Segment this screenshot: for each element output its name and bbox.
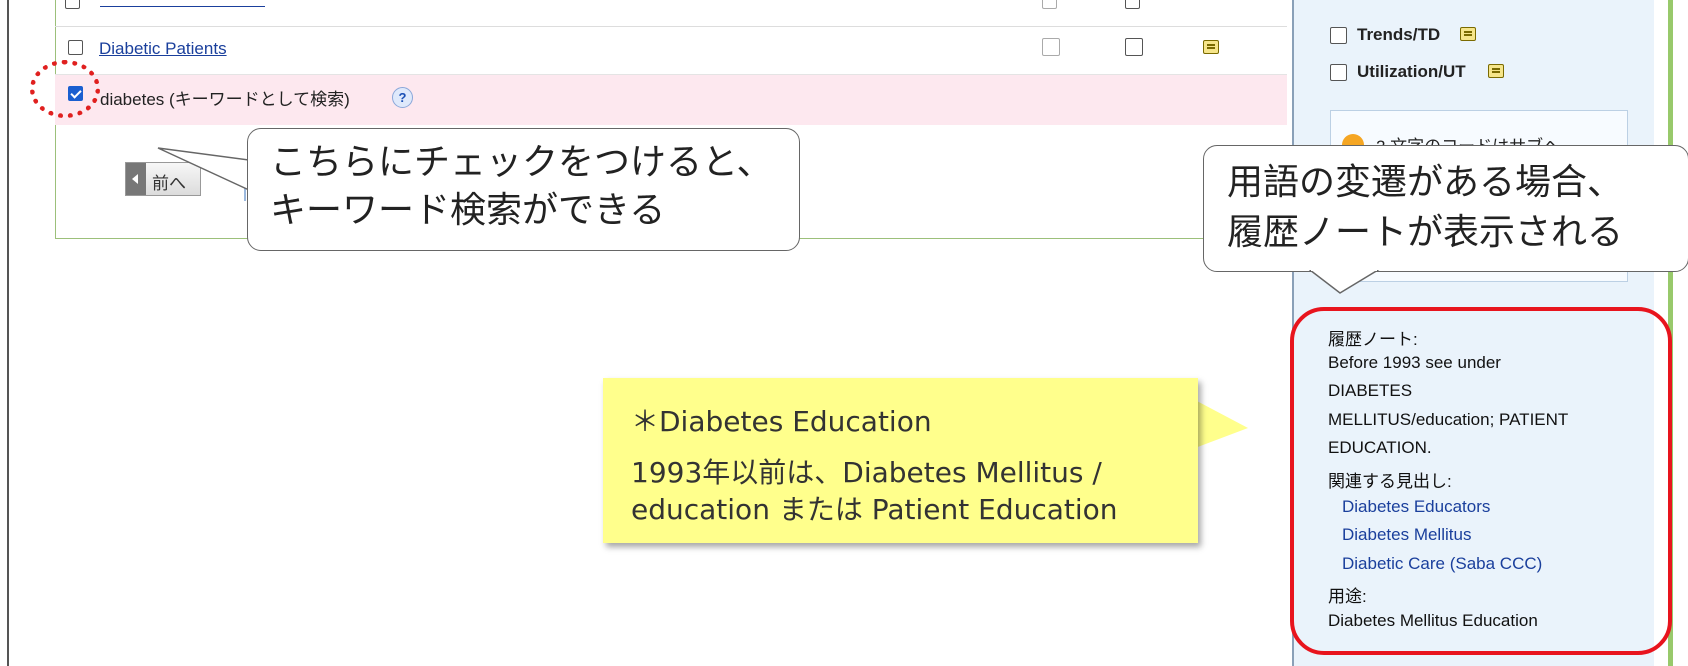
utilization-checkbox[interactable] — [1330, 64, 1347, 81]
checkbox-tip-callout: こちらにチェックをつけると、 キーワード検索ができる — [247, 128, 800, 251]
note-line: education または Patient Education — [631, 493, 1118, 526]
callout-line: キーワード検索ができる — [270, 190, 666, 231]
history-tip-callout: 用語の変遷がある場合、 履歴ノートが表示される — [1203, 145, 1688, 272]
note-heading: ＊Diabetes Education — [631, 405, 932, 438]
trends-checkbox[interactable] — [1330, 27, 1347, 44]
tail-join — [248, 161, 252, 189]
trends-label: Trends/TD — [1357, 25, 1441, 44]
note-tail — [1195, 400, 1248, 448]
translation-note: ＊Diabetes Education 1993年以前は、Diabetes Me… — [603, 378, 1198, 543]
callout-tail-overlay — [1308, 270, 1380, 294]
note-line: 1993年以前は、Diabetes Mellitus / — [631, 456, 1102, 489]
utilization-label: Utilization/UT — [1357, 62, 1466, 81]
callout-line: こちらにチェックをつけると、 — [270, 142, 773, 183]
callout-line: 用語の変遷がある場合、 — [1227, 162, 1624, 203]
callout-line: 履歴ノートが表示される — [1227, 212, 1624, 253]
note-icon[interactable] — [1488, 64, 1504, 78]
history-note-highlight-annotation — [1290, 307, 1672, 655]
callout-tail-left — [157, 147, 250, 192]
note-icon[interactable] — [1460, 27, 1476, 41]
